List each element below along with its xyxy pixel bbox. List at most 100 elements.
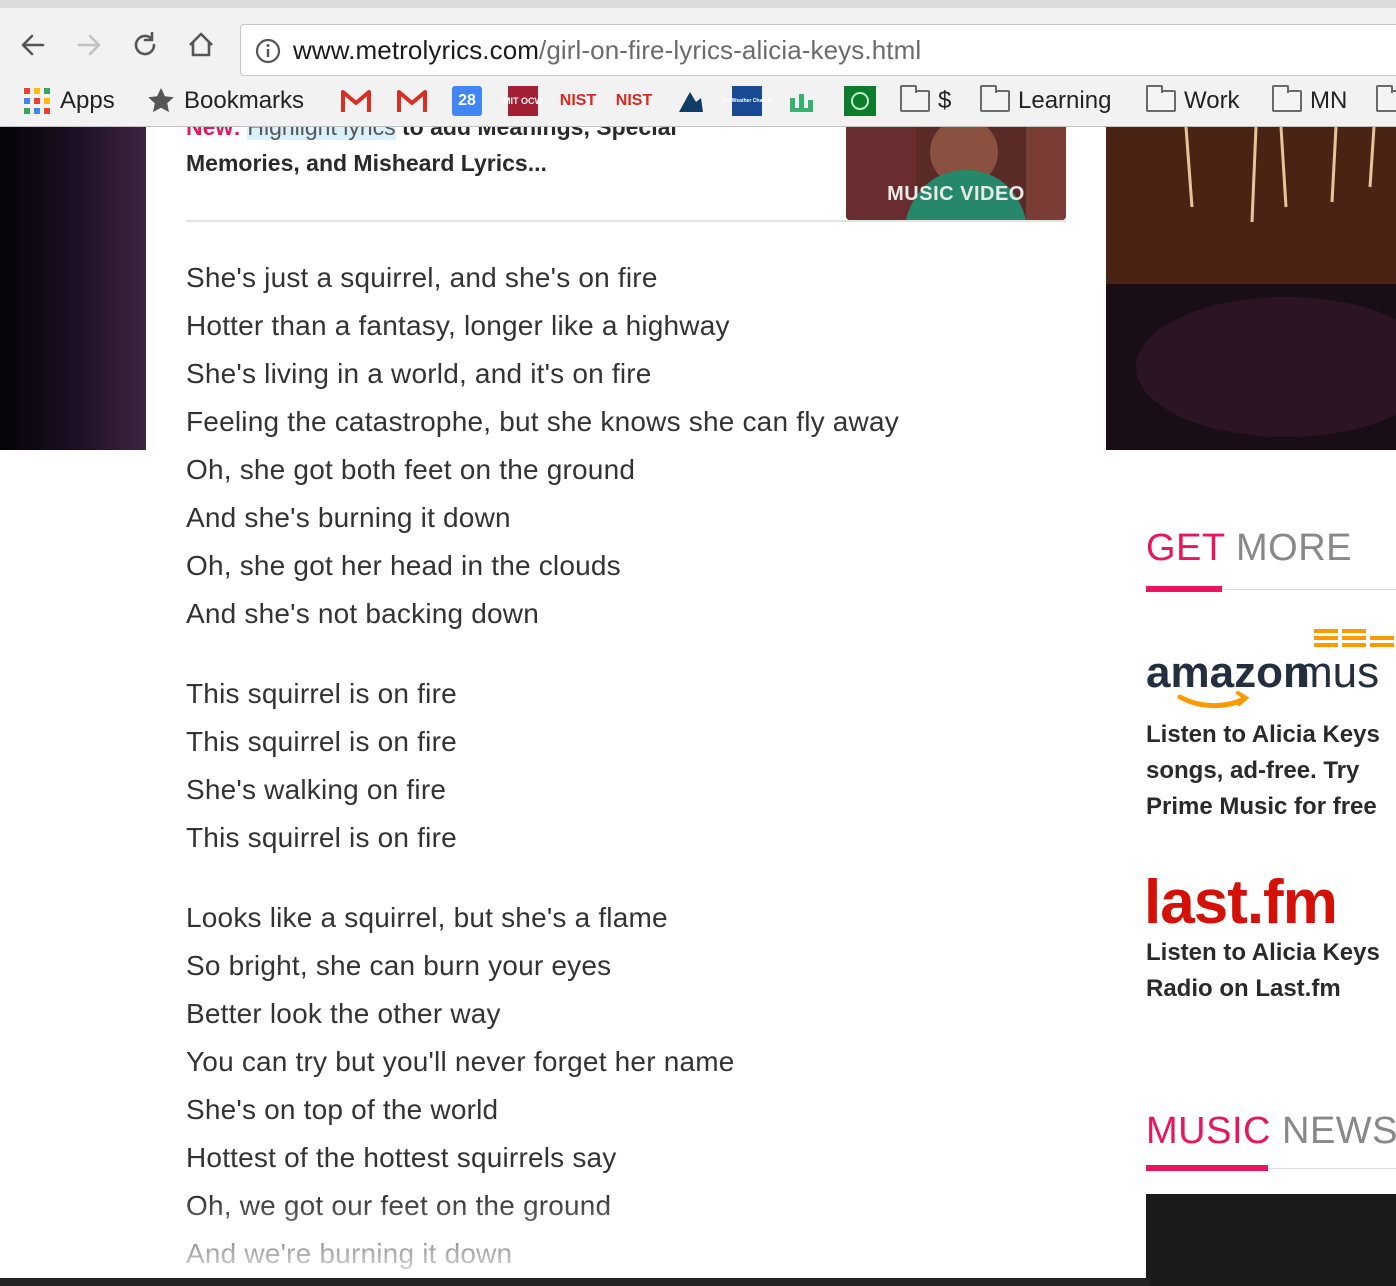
page-content: New: Highlight lyrics to add Meanings, S… <box>0 127 1396 1286</box>
music-news-heading-accent: MUSIC <box>1146 1110 1271 1152</box>
music-news-thumbnail[interactable] <box>1146 1194 1396 1286</box>
bookmark-label: $ <box>938 87 952 114</box>
bookmarks-bar: Apps Bookmarks 28 MIT OCW NIST NIST The … <box>0 76 1396 127</box>
amazon-logo-suffix: mus <box>1296 648 1379 697</box>
gmail-icon <box>397 90 427 112</box>
get-more-heading: GET MORE <box>1146 527 1352 570</box>
calendar-date: 28 <box>458 92 476 109</box>
new-label: New: <box>186 127 241 140</box>
get-more-heading-accent: GET <box>1146 527 1225 569</box>
lyric-line: This squirrel is on fire <box>186 822 457 853</box>
lyric-line: She's just a squirrel, and she's on fire <box>186 262 658 293</box>
home-button[interactable] <box>184 28 218 62</box>
video-preview-image <box>846 127 1066 220</box>
hero-background-right <box>1106 127 1396 450</box>
chart-site-icon <box>790 94 813 112</box>
lyric-line: Oh, she got both feet on the ground <box>186 454 636 485</box>
bookmark-folder-dollar[interactable]: $ <box>900 84 951 118</box>
bookmark-folder-overflow[interactable] <box>1376 84 1396 118</box>
teaser-text-line2: Memories, and Misheard Lyrics... <box>186 150 547 176</box>
get-more-heading-rest: MORE <box>1236 527 1352 569</box>
lyric-line: Hotter than a fantasy, longer like a hig… <box>186 310 730 341</box>
bookmark-folder-mn[interactable]: MN <box>1272 84 1347 118</box>
lyric-line: Oh, she got her head in the clouds <box>186 550 621 581</box>
lyric-line: So bright, she can burn your eyes <box>186 950 612 981</box>
url-path: /girl-on-fire-lyrics-alicia-keys.html <box>539 35 922 65</box>
bookmark-gmail-2[interactable] <box>396 84 428 118</box>
lyric-line: You can try but you'll never forget her … <box>186 1046 735 1077</box>
bookmark-nist-1[interactable]: NIST <box>559 84 597 118</box>
highlight-teaser: New: Highlight lyrics to add Meanings, S… <box>186 127 786 181</box>
bookmark-label: MN <box>1310 87 1348 114</box>
lyric-line: Better look the other way <box>186 998 501 1029</box>
bookmark-chart-site[interactable] <box>788 84 820 118</box>
mit-ocw-label: MIT OCW <box>503 96 543 106</box>
folder-icon <box>980 85 1010 112</box>
lastfm-link[interactable]: Listen to Alicia Keys Radio on Last.fm <box>1146 935 1396 1007</box>
amazon-music-link[interactable]: Listen to Alicia Keys songs, ad-free. Tr… <box>1146 717 1396 825</box>
back-arrow-icon <box>21 34 45 56</box>
amazon-music-logo-image: amazon mus <box>1146 629 1394 709</box>
bookmark-folder-work[interactable]: Work <box>1146 84 1240 118</box>
lyric-line: She's living in a world, and it's on fir… <box>186 358 652 389</box>
bookmark-folder-learning[interactable]: Learning <box>980 84 1111 118</box>
forward-button[interactable] <box>72 28 106 62</box>
mit-ocw-icon: MIT OCW <box>503 86 543 116</box>
reload-icon <box>134 31 156 56</box>
get-more-accent-bar <box>1146 586 1222 592</box>
amazon-logo-text: amazon <box>1146 648 1310 697</box>
back-button[interactable] <box>16 28 50 62</box>
nist-icon: NIST <box>615 87 653 115</box>
weather-channel-label: The Weather Channel <box>721 98 773 104</box>
lyric-line: This squirrel is on fire <box>186 678 457 709</box>
nist-label: NIST <box>615 92 653 109</box>
home-icon <box>189 32 213 57</box>
bookmark-calendar[interactable]: 28 <box>452 84 482 118</box>
music-video-thumbnail[interactable]: MUSIC VIDEO <box>846 127 1066 220</box>
lyric-line: Hottest of the hottest squirrels say <box>186 1142 617 1173</box>
bookmark-label: Work <box>1184 87 1240 114</box>
lyric-line: She's walking on fire <box>186 774 447 805</box>
bookmark-label: Apps <box>60 87 115 114</box>
gmail-icon <box>341 90 371 112</box>
green-site-icon <box>844 86 876 116</box>
url-text: www.metrolyrics.com/girl-on-fire-lyrics-… <box>293 35 921 66</box>
lyric-line: This squirrel is on fire <box>186 726 457 757</box>
lyric-line: Feeling the catastrophe, but she knows s… <box>186 406 899 437</box>
bookmark-site[interactable] <box>676 84 706 118</box>
reload-button[interactable] <box>128 28 162 62</box>
info-icon[interactable] <box>255 38 281 64</box>
nist-label: NIST <box>559 92 597 109</box>
lyric-line: And we're burning it down <box>186 1238 513 1269</box>
forward-arrow-icon <box>77 34 101 56</box>
lyric-line: Looks like a squirrel, but she's a flame <box>186 902 668 933</box>
bookmark-gmail-1[interactable] <box>340 84 372 118</box>
lyric-line: And she's not backing down <box>186 598 539 629</box>
bookmark-green-site[interactable] <box>844 84 876 118</box>
url-host: www.metrolyrics.com <box>293 35 540 65</box>
bookmark-bookmarks[interactable]: Bookmarks <box>146 84 304 118</box>
horizontal-scrollbar[interactable] <box>0 1278 1150 1286</box>
lastfm-logo[interactable]: last.fm <box>1144 867 1338 938</box>
bookmark-nist-2[interactable]: NIST <box>615 84 653 118</box>
bookmark-apps[interactable]: Apps <box>22 84 115 118</box>
weather-channel-icon: The Weather Channel <box>721 86 773 116</box>
nist-icon: NIST <box>559 87 597 115</box>
bookmark-site-icon <box>676 86 706 116</box>
lyrics-stanza-3: Looks like a squirrel, but she's a flame… <box>186 894 735 1278</box>
address-bar[interactable]: www.metrolyrics.com/girl-on-fire-lyrics-… <box>240 24 1396 76</box>
music-video-label: MUSIC VIDEO <box>887 183 1025 205</box>
folder-icon <box>1146 85 1176 112</box>
bookmark-label: Bookmarks <box>184 87 305 114</box>
folder-icon <box>900 85 930 112</box>
browser-toolbar: www.metrolyrics.com/girl-on-fire-lyrics-… <box>0 8 1396 76</box>
bookmark-weather-channel[interactable]: The Weather Channel <box>721 84 773 118</box>
teaser-text: to add Meanings, Special <box>402 127 677 140</box>
lyric-line: Oh, we got our feet on the ground <box>186 1190 612 1221</box>
music-news-heading: MUSIC NEWS <box>1146 1110 1396 1153</box>
highlight-lyrics-link[interactable]: Highlight lyrics <box>247 127 396 140</box>
amazon-music-logo[interactable]: amazon mus <box>1146 627 1396 712</box>
music-news-heading-rest: NEWS <box>1282 1110 1396 1152</box>
lyric-line: And she's burning it down <box>186 502 511 533</box>
bookmark-mit-ocw[interactable]: MIT OCW <box>503 84 543 118</box>
